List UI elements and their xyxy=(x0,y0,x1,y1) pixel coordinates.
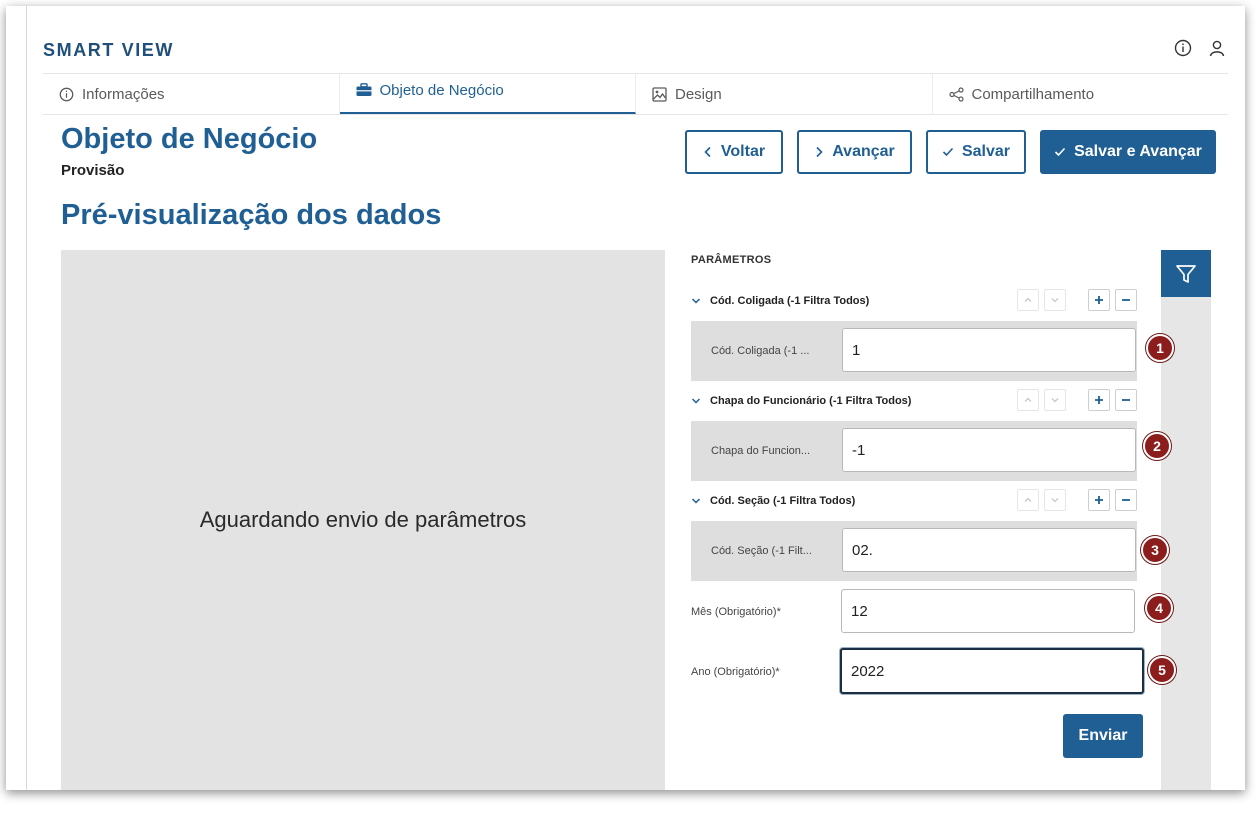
filter-icon xyxy=(1176,264,1196,283)
cod-secao-input[interactable]: 02. xyxy=(842,528,1136,572)
minus-icon xyxy=(1122,399,1130,401)
plus-icon xyxy=(1095,396,1103,404)
chevron-down-icon xyxy=(1051,398,1059,403)
page-subtitle: Provisão xyxy=(61,162,125,179)
page-title: Objeto de Negócio xyxy=(61,123,318,155)
year-input[interactable]: 2022 xyxy=(840,648,1144,694)
year-label: Ano (Obrigatório)* xyxy=(691,666,780,678)
submit-button[interactable]: Enviar xyxy=(1063,714,1143,758)
move-up-button[interactable] xyxy=(1017,489,1039,511)
info-icon xyxy=(59,87,74,101)
check-icon xyxy=(942,147,954,157)
param-field-label: Cód. Seção (-1 Filt... xyxy=(711,545,812,557)
filter-sidebar xyxy=(1161,250,1211,790)
back-button[interactable]: Voltar xyxy=(685,130,783,174)
chevron-down-icon xyxy=(1051,498,1059,503)
share-icon xyxy=(948,86,964,102)
month-input[interactable]: 12 xyxy=(841,589,1135,633)
param-group-title: Cód. Seção (-1 Filtra Todos) xyxy=(710,495,856,507)
data-preview-area: Aguardando envio de parâmetros xyxy=(61,250,665,790)
add-value-button[interactable] xyxy=(1088,489,1110,511)
app-brand: SMART VIEW xyxy=(43,40,174,60)
param-group-title: Cód. Coligada (-1 Filtra Todos) xyxy=(710,295,870,307)
save-and-next-button[interactable]: Salvar e Avançar xyxy=(1040,130,1216,174)
param-group-header[interactable]: Cód. Coligada (-1 Filtra Todos) xyxy=(691,289,1137,313)
chevron-down-icon xyxy=(691,298,701,304)
user-icon[interactable] xyxy=(1207,38,1227,58)
chapa-funcionario-input[interactable]: -1 xyxy=(842,428,1136,472)
move-down-button[interactable] xyxy=(1044,489,1066,511)
filter-button[interactable] xyxy=(1161,250,1211,297)
step-badge: 3 xyxy=(1141,536,1169,564)
main-panel: Objeto de Negócio Provisão Voltar Avança… xyxy=(44,113,1216,790)
info-icon[interactable] xyxy=(1173,38,1193,58)
step-badge: 1 xyxy=(1146,334,1174,362)
next-button[interactable]: Avançar xyxy=(797,130,912,174)
chevron-right-icon xyxy=(816,146,823,158)
remove-value-button[interactable] xyxy=(1115,289,1137,311)
briefcase-icon xyxy=(356,83,371,96)
chevron-up-icon xyxy=(1024,397,1032,402)
param-group-header[interactable]: Chapa do Funcionário (-1 Filtra Todos) xyxy=(691,389,1137,413)
minus-icon xyxy=(1122,299,1130,301)
image-icon xyxy=(652,86,667,102)
month-label: Mês (Obrigatório)* xyxy=(691,606,781,618)
chevron-up-icon xyxy=(1024,297,1032,302)
remove-value-button[interactable] xyxy=(1115,389,1137,411)
tab-objeto-de-negocio[interactable]: Objeto de Negócio xyxy=(339,74,636,114)
move-up-button[interactable] xyxy=(1017,389,1039,411)
param-field-label: Chapa do Funcion... xyxy=(711,445,811,457)
save-and-next-button-label: Salvar e Avançar xyxy=(1074,143,1202,160)
chevron-down-icon xyxy=(691,498,701,504)
divider xyxy=(26,6,27,790)
chevron-up-icon xyxy=(1024,497,1032,502)
step-badge: 4 xyxy=(1145,594,1173,622)
tab-compartilhamento[interactable]: Compartilhamento xyxy=(933,74,1229,114)
add-value-button[interactable] xyxy=(1088,389,1110,411)
tab-label: Design xyxy=(675,85,722,103)
tab-label: Informações xyxy=(82,85,165,103)
move-up-button[interactable] xyxy=(1017,289,1039,311)
step-badge: 2 xyxy=(1143,432,1171,460)
tab-label: Objeto de Negócio xyxy=(379,81,504,99)
chevron-down-icon xyxy=(1051,298,1059,303)
check-icon xyxy=(1055,147,1066,157)
tab-bar: Informações Objeto de Negócio Design Com… xyxy=(43,73,1228,115)
save-button[interactable]: Salvar xyxy=(926,130,1026,174)
preview-placeholder: Aguardando envio de parâmetros xyxy=(199,507,527,532)
next-button-label: Avançar xyxy=(832,143,895,160)
tab-design[interactable]: Design xyxy=(636,74,933,114)
tab-informacoes[interactable]: Informações xyxy=(43,74,340,114)
cod-coligada-input[interactable]: 1 xyxy=(842,328,1136,372)
section-title: Pré-visualização dos dados xyxy=(61,199,442,231)
param-group-title: Chapa do Funcionário (-1 Filtra Todos) xyxy=(710,395,912,407)
remove-value-button[interactable] xyxy=(1115,489,1137,511)
add-value-button[interactable] xyxy=(1088,289,1110,311)
chevron-down-icon xyxy=(691,398,701,404)
move-down-button[interactable] xyxy=(1044,389,1066,411)
back-button-label: Voltar xyxy=(720,143,766,160)
minus-icon xyxy=(1122,499,1130,501)
param-group-header[interactable]: Cód. Seção (-1 Filtra Todos) xyxy=(691,489,1137,513)
app-window: SMART VIEW Informações Objeto de Negócio… xyxy=(6,6,1245,790)
plus-icon xyxy=(1095,496,1103,504)
step-badge: 5 xyxy=(1148,656,1176,684)
parameters-heading: PARÂMETROS xyxy=(691,254,772,266)
save-button-label: Salvar xyxy=(961,143,1011,160)
move-down-button[interactable] xyxy=(1044,289,1066,311)
param-field-label: Cód. Coligada (-1 ... xyxy=(711,345,810,357)
plus-icon xyxy=(1095,296,1103,304)
tab-label: Compartilhamento xyxy=(971,85,1095,103)
chevron-left-icon xyxy=(704,146,711,158)
